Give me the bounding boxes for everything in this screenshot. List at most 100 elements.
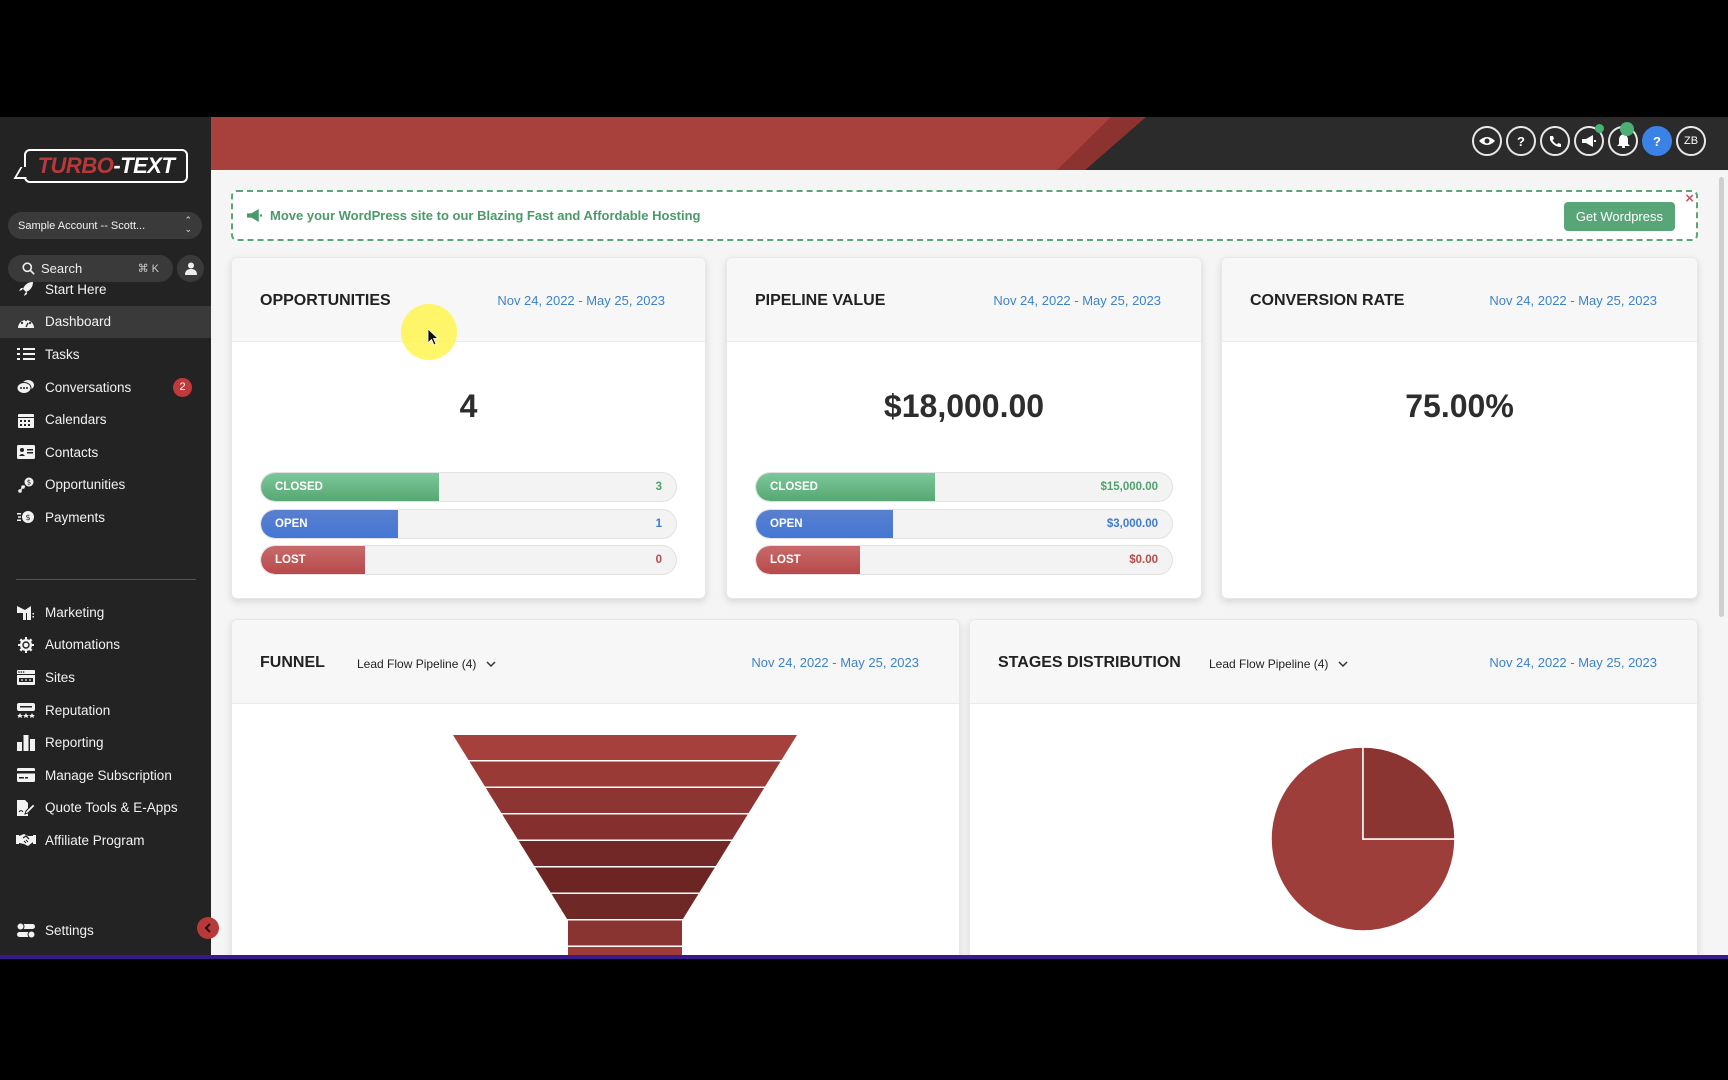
pipeline-select-value: Lead Flow Pipeline (4)	[1209, 657, 1329, 671]
sidebar-item-automations[interactable]: Automations	[0, 629, 211, 662]
sidebar-item-sites[interactable]: Sites	[0, 661, 211, 694]
promo-banner: Move your WordPress site to our Blazing …	[231, 190, 1698, 241]
funnel-stage[interactable]	[568, 920, 682, 946]
sidebar-item-label: Affiliate Program	[45, 832, 145, 848]
sidebar-item-label: Opportunities	[45, 477, 126, 493]
close-promo-icon[interactable]: ×	[1685, 190, 1694, 207]
status-bar-value: $3,000.00	[1106, 517, 1158, 530]
sidebar-item-settings[interactable]: Settings	[0, 914, 211, 947]
status-bar-label: CLOSED	[275, 481, 323, 493]
updown-chevron-icon: ⌃ ⌄	[184, 215, 192, 234]
handshake-icon	[16, 832, 36, 848]
sidebar-item-label: Manage Subscription	[45, 767, 172, 783]
funnel-stage[interactable]	[551, 894, 699, 919]
sidebar-item-dashboard[interactable]: Dashboard	[0, 305, 211, 339]
sidebar-item-reporting[interactable]: Reporting	[0, 726, 211, 759]
card-title: PIPELINE VALUE	[755, 292, 886, 309]
sidebar-item-conversations[interactable]: Conversations 2	[0, 371, 211, 404]
announcements-button[interactable]	[1574, 124, 1604, 156]
phone-button[interactable]	[1540, 126, 1570, 156]
status-bar-label: OPEN	[275, 517, 308, 530]
sidebar-item-label: Quote Tools & E-Apps	[45, 800, 178, 816]
card-title: OPPORTUNITIES	[260, 292, 391, 309]
user-avatar[interactable]: ZB	[1676, 126, 1706, 156]
sidebar-item-label: Contacts	[45, 444, 99, 460]
credit-card-icon	[16, 767, 36, 783]
sidebar-item-label: Settings	[45, 922, 94, 938]
conversion-rate-value: 75.00%	[1405, 388, 1514, 424]
sidebar-item-affiliate-program[interactable]: Affiliate Program	[0, 824, 211, 857]
opportunities-card: OPPORTUNITIES Nov 24, 2022 - May 25, 202…	[231, 257, 706, 599]
sidebar-item-contacts[interactable]: Contacts	[0, 436, 211, 469]
help-blue-icon: ?	[1653, 133, 1661, 149]
get-wordpress-button[interactable]: Get Wordpress	[1563, 202, 1675, 231]
date-range[interactable]: Nov 24, 2022 - May 25, 2023	[1489, 293, 1657, 308]
sidebar-item-tasks[interactable]: Tasks	[0, 338, 211, 371]
tasks-list-icon	[16, 346, 36, 362]
help-button[interactable]: ?	[1506, 126, 1536, 156]
date-range[interactable]: Nov 24, 2022 - May 25, 2023	[751, 655, 919, 670]
date-range[interactable]: Nov 24, 2022 - May 25, 2023	[1489, 655, 1657, 670]
bell-icon	[1616, 134, 1630, 148]
chevron-down-icon	[486, 660, 496, 667]
megaphone-icon	[247, 209, 262, 222]
sidebar-item-manage-subscription[interactable]: Manage Subscription	[0, 759, 211, 792]
sidebar-item-calendars[interactable]: Calendars	[0, 403, 211, 436]
turbo-text-logo[interactable]: TURBO -TEXT	[24, 149, 188, 183]
date-range[interactable]: Nov 24, 2022 - May 25, 2023	[497, 293, 665, 308]
status-bar-label: CLOSED	[770, 481, 818, 493]
sidebar-nav-secondary: Marketing Automations Sites Reputation R…	[0, 596, 211, 857]
conversion-rate-card: CONVERSION RATE Nov 24, 2022 - May 25, 2…	[1221, 257, 1698, 599]
sidebar-item-label: Payments	[45, 509, 106, 525]
funnel-stage[interactable]	[535, 867, 715, 893]
funnel-stage[interactable]	[518, 841, 732, 866]
funnel-stage[interactable]	[469, 761, 781, 787]
page-scrollbar[interactable]	[1719, 177, 1724, 617]
quote-tools-icon	[16, 799, 36, 816]
opportunities-count: 4	[459, 388, 478, 424]
funnel-chart	[453, 735, 797, 959]
card-header: PIPELINE VALUE Nov 24, 2022 - May 25, 20…	[727, 258, 1201, 342]
pipeline-total-value: $18,000.00	[883, 388, 1045, 424]
rocket-icon	[16, 281, 36, 297]
status-bar-open: OPEN 1	[260, 508, 677, 539]
stages-pipeline-select[interactable]: Lead Flow Pipeline (4)	[1209, 657, 1348, 671]
date-range[interactable]: Nov 24, 2022 - May 25, 2023	[993, 293, 1161, 308]
dashboard-gauge-icon	[16, 314, 36, 330]
status-bar-closed: CLOSED 3	[260, 472, 677, 502]
svg-text:$: $	[27, 478, 31, 486]
sidebar-item-opportunities[interactable]: $ Opportunities	[0, 469, 211, 502]
status-bar-label: OPEN	[770, 517, 803, 530]
funnel-stage[interactable]	[568, 947, 682, 959]
status-bar-value: 1	[655, 517, 662, 530]
pie-slice-stage-b[interactable]	[1362, 746, 1456, 840]
status-bar-label: LOST	[770, 554, 801, 566]
chat-bubbles-icon	[16, 379, 36, 395]
automation-gear-icon	[16, 636, 36, 653]
chevron-down-icon	[1338, 660, 1348, 667]
settings-toggles-icon	[16, 922, 36, 938]
sidebar-item-marketing[interactable]: Marketing	[0, 596, 211, 629]
account-switcher[interactable]: Sample Account -- Scott... ⌃ ⌄	[8, 212, 202, 239]
funnel-stage[interactable]	[502, 814, 748, 840]
sidebar-item-start-here[interactable]: Start Here	[0, 273, 211, 306]
funnel-pipeline-select[interactable]: Lead Flow Pipeline (4)	[357, 657, 496, 671]
status-bar-open: OPEN $3,000.00	[755, 508, 1173, 539]
pipeline-value-card: PIPELINE VALUE Nov 24, 2022 - May 25, 20…	[726, 257, 1202, 599]
preview-button[interactable]	[1472, 126, 1502, 156]
card-header: FUNNEL Lead Flow Pipeline (4) Nov 24, 20…	[232, 620, 959, 704]
sidebar-divider	[16, 579, 196, 580]
notifications-button[interactable]	[1608, 122, 1638, 156]
status-bar-value: 3	[655, 481, 662, 493]
calendar-icon	[16, 412, 36, 428]
support-button[interactable]: ?	[1642, 126, 1672, 156]
funnel-stage[interactable]	[485, 788, 765, 813]
funnel-stage[interactable]	[453, 735, 797, 760]
collapse-sidebar-button[interactable]	[197, 917, 219, 939]
eye-icon	[1479, 137, 1495, 145]
avatar-initials: ZB	[1683, 135, 1699, 147]
sidebar-item-reputation[interactable]: Reputation	[0, 694, 211, 727]
phone-icon	[1549, 135, 1561, 147]
sidebar-item-payments[interactable]: $ Payments	[0, 501, 211, 534]
sidebar-item-quote-tools[interactable]: Quote Tools & E-Apps	[0, 792, 211, 825]
